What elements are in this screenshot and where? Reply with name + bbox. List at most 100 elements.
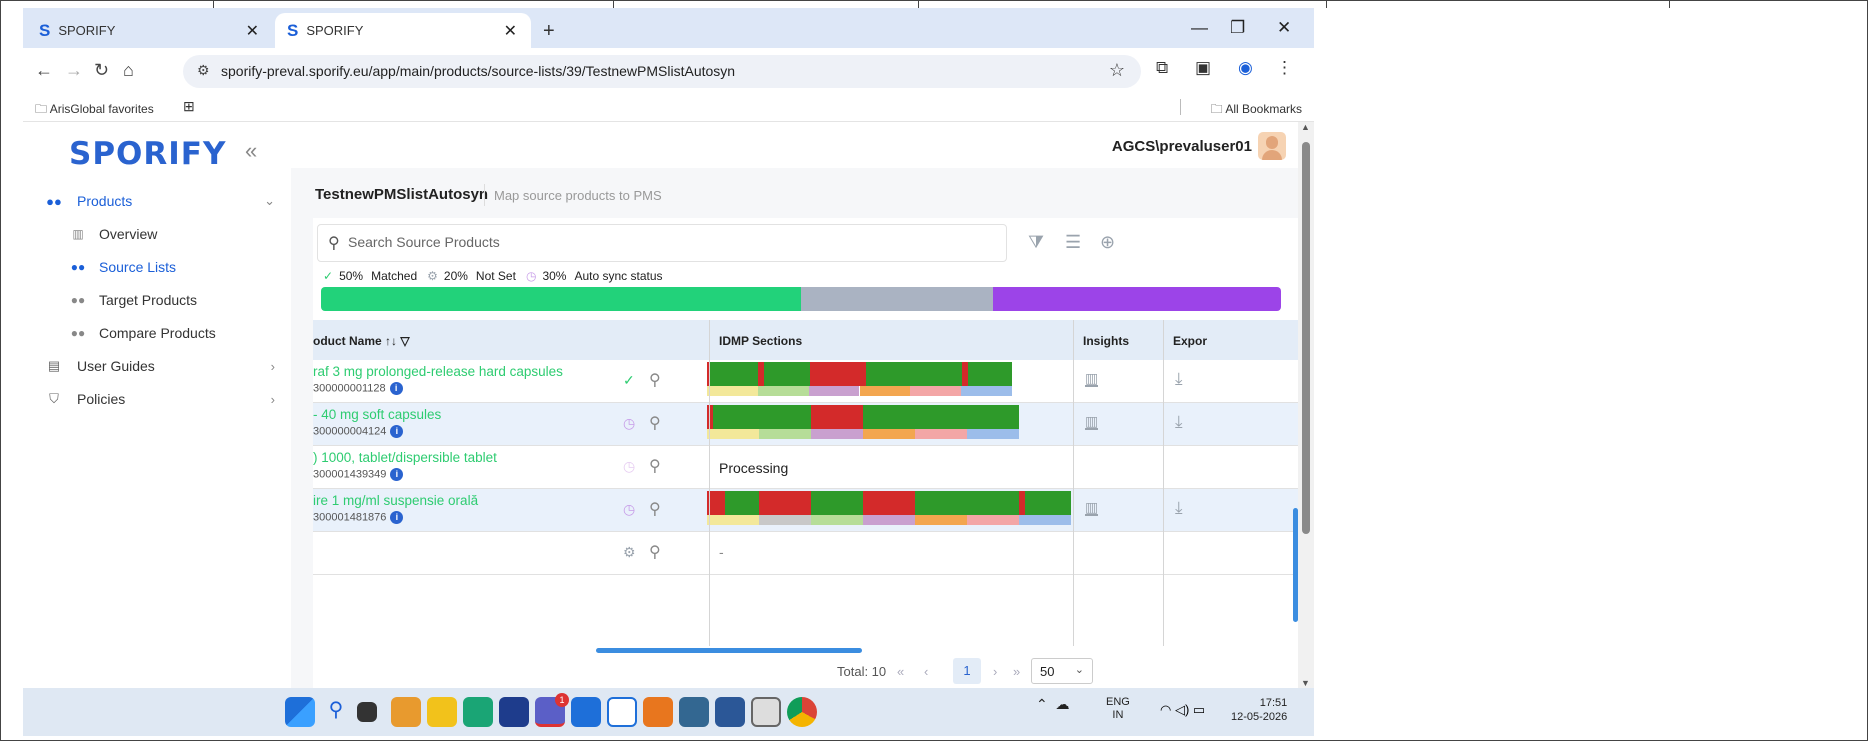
download-icon[interactable]: ⤓ bbox=[1175, 498, 1183, 518]
product-name[interactable]: - 40 mg soft capsules bbox=[313, 407, 441, 422]
profile-icon[interactable]: ◉ bbox=[1238, 58, 1253, 78]
last-page-icon[interactable]: » bbox=[1013, 664, 1020, 679]
extensions-icon[interactable]: ⧉ bbox=[1156, 58, 1168, 78]
page-size-select[interactable]: 50 ⌄ bbox=[1031, 658, 1093, 684]
next-page-icon[interactable]: › bbox=[993, 664, 997, 679]
store-icon[interactable] bbox=[499, 697, 529, 727]
menu-icon[interactable]: ⋮ bbox=[1276, 58, 1293, 78]
file-explorer-icon[interactable] bbox=[427, 697, 457, 727]
app-icon[interactable] bbox=[751, 697, 781, 727]
reload-icon[interactable]: ↻ bbox=[94, 60, 109, 81]
scrollbar-thumb[interactable] bbox=[1302, 142, 1310, 534]
clock[interactable]: 17:51 12-05-2026 bbox=[1231, 696, 1287, 724]
auto-sync-icon[interactable]: ◷ bbox=[623, 458, 635, 475]
username[interactable]: AGCS\prevaluser01 bbox=[1112, 138, 1252, 155]
column-header-product-name[interactable]: oduct Name ↑↓ ▽ bbox=[313, 334, 410, 348]
product-name[interactable]: raf 3 mg prolonged-release hard capsules bbox=[313, 364, 563, 379]
check-circle-icon[interactable]: ✓ bbox=[623, 372, 635, 389]
search-input[interactable] bbox=[348, 234, 948, 250]
sidebar-item-compare-products[interactable]: ●● Compare Products bbox=[69, 321, 216, 345]
outlook-icon[interactable] bbox=[571, 697, 601, 727]
table-row[interactable]: ire 1 mg/ml suspensie orală 300001481876 i… bbox=[313, 489, 1303, 532]
filter-off-icon[interactable]: ⧩ bbox=[1028, 232, 1044, 253]
search-icon[interactable]: ⚲ bbox=[649, 370, 661, 390]
collapse-sidebar-icon[interactable]: « bbox=[245, 138, 257, 164]
system-tray[interactable]: ⌃ ☁ bbox=[1036, 696, 1070, 713]
task-view-icon[interactable] bbox=[357, 702, 377, 722]
language-indicator[interactable]: ENG IN bbox=[1106, 696, 1130, 722]
sidebar-item-target-products[interactable]: ●● Target Products bbox=[69, 288, 197, 312]
search-icon[interactable]: ⚲ bbox=[649, 456, 661, 476]
product-name[interactable]: ire 1 mg/ml suspensie orală bbox=[313, 493, 478, 508]
sidebar-item-policies[interactable]: ⛉ Policies › bbox=[45, 387, 275, 411]
sort-icon[interactable]: ↑↓ bbox=[385, 334, 397, 348]
sliders-icon[interactable]: ☰ bbox=[1065, 232, 1081, 253]
auto-sync-icon[interactable]: ◷ bbox=[623, 415, 635, 432]
search-icon[interactable]: ⚲ bbox=[649, 499, 661, 519]
teams-icon[interactable]: 1 bbox=[535, 693, 569, 727]
table-row[interactable]: ) 1000, tablet/dispersible tablet 3000014… bbox=[313, 446, 1303, 489]
powerpoint-icon[interactable] bbox=[391, 697, 421, 727]
search-icon[interactable]: ⚲ bbox=[649, 413, 661, 433]
remote-desktop-icon[interactable] bbox=[607, 697, 637, 727]
table-row[interactable]: ⚙ ⚲ - bbox=[313, 532, 1303, 575]
sidebar-item-user-guides[interactable]: ▤ User Guides › bbox=[45, 354, 275, 378]
reading-list-icon[interactable]: ▣ bbox=[1195, 58, 1211, 78]
bookmark-folder[interactable]: 🗀 ArisGlobal favorites bbox=[35, 100, 154, 121]
apps-icon[interactable]: ⊞ bbox=[183, 98, 195, 115]
close-tab-icon[interactable]: ✕ bbox=[504, 21, 517, 41]
table-row[interactable]: raf 3 mg prolonged-release hard capsules… bbox=[313, 360, 1303, 403]
zoom-in-icon[interactable]: ⊕ bbox=[1100, 232, 1115, 253]
info-icon[interactable]: i bbox=[389, 382, 403, 395]
address-bar[interactable]: ⚙ sporify-preval.sporify.eu/app/main/pro… bbox=[183, 55, 1141, 88]
first-page-icon[interactable]: « bbox=[897, 664, 904, 679]
download-icon[interactable]: ⤓ bbox=[1175, 412, 1183, 432]
all-bookmarks[interactable]: 🗀 All Bookmarks bbox=[1211, 100, 1302, 121]
new-tab-icon[interactable]: + bbox=[543, 20, 555, 43]
browser-tab-active[interactable]: S SPORIFY ✕ bbox=[275, 13, 531, 48]
prev-page-icon[interactable]: ‹ bbox=[924, 664, 928, 679]
scrollbar-thumb[interactable] bbox=[596, 648, 862, 653]
filter-icon[interactable]: ▽ bbox=[400, 334, 409, 348]
postgres-icon[interactable] bbox=[679, 697, 709, 727]
page-scrollbar[interactable]: ▲ ▼ bbox=[1298, 122, 1314, 688]
chrome-icon[interactable] bbox=[787, 697, 817, 727]
app-icon[interactable] bbox=[643, 697, 673, 727]
product-name[interactable]: ) 1000, tablet/dispersible tablet bbox=[313, 450, 497, 465]
minimize-icon[interactable]: — bbox=[1191, 18, 1208, 38]
edge-icon[interactable] bbox=[463, 697, 493, 727]
table-horizontal-scrollbar[interactable] bbox=[313, 646, 1303, 654]
home-icon[interactable]: ⌂ bbox=[123, 60, 134, 81]
bookmark-star-icon[interactable]: ☆ bbox=[1109, 60, 1125, 81]
search-icon[interactable]: ⚲ bbox=[321, 697, 351, 727]
back-icon[interactable]: ← bbox=[35, 60, 53, 81]
wifi-volume-battery-icon[interactable]: ◠ ◁) ▭ bbox=[1160, 702, 1205, 718]
insights-chart-icon[interactable]: ▥ bbox=[1085, 414, 1099, 430]
info-icon[interactable]: i bbox=[390, 425, 404, 438]
close-window-icon[interactable]: ✕ bbox=[1277, 18, 1291, 38]
auto-sync-icon[interactable]: ◷ bbox=[623, 501, 635, 518]
sidebar-item-products[interactable]: ●● Products ⌄ bbox=[45, 189, 275, 213]
sidebar-item-source-lists[interactable]: ●● Source Lists bbox=[69, 255, 176, 279]
restore-icon[interactable]: ❐ bbox=[1230, 18, 1245, 38]
scroll-down-icon[interactable]: ▼ bbox=[1301, 678, 1310, 688]
start-icon[interactable] bbox=[285, 697, 315, 727]
gear-icon[interactable]: ⚙ bbox=[623, 544, 636, 561]
forward-icon[interactable]: → bbox=[65, 60, 83, 81]
info-icon[interactable]: i bbox=[390, 468, 404, 481]
scroll-up-icon[interactable]: ▲ bbox=[1301, 122, 1310, 132]
download-icon[interactable]: ⤓ bbox=[1175, 369, 1183, 389]
avatar[interactable] bbox=[1258, 132, 1286, 160]
search-icon[interactable]: ⚲ bbox=[649, 542, 661, 562]
sidebar-item-overview[interactable]: ▥ Overview bbox=[69, 222, 157, 246]
search-box[interactable]: ⚲ bbox=[317, 224, 1007, 262]
insights-chart-icon[interactable]: ▥ bbox=[1085, 500, 1099, 516]
current-page[interactable]: 1 bbox=[953, 658, 981, 684]
site-info-icon[interactable]: ⚙ bbox=[197, 62, 210, 79]
app-icon[interactable] bbox=[715, 697, 745, 727]
info-icon[interactable]: i bbox=[390, 511, 404, 524]
table-row[interactable]: - 40 mg soft capsules 300000004124 i ◷ ⚲ ▥ ⤓ bbox=[313, 403, 1303, 446]
browser-tab[interactable]: S SPORIFY ✕ bbox=[23, 13, 273, 48]
close-tab-icon[interactable]: ✕ bbox=[246, 21, 259, 41]
insights-chart-icon[interactable]: ▥ bbox=[1085, 371, 1099, 387]
